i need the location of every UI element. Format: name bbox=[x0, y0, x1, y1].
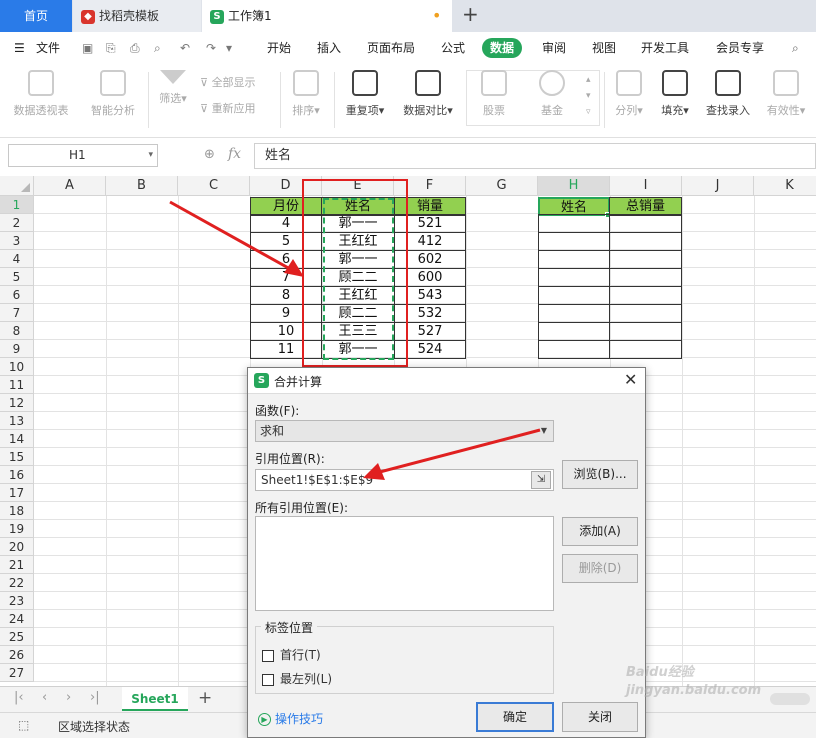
arrow-line-2 bbox=[379, 428, 541, 474]
annotation-arrows-2 bbox=[363, 428, 541, 480]
watermark: Baidu经验 jingyan.baidu.com bbox=[626, 664, 812, 701]
watermark-text: Baidu经验 jingyan.baidu.com bbox=[626, 665, 762, 698]
